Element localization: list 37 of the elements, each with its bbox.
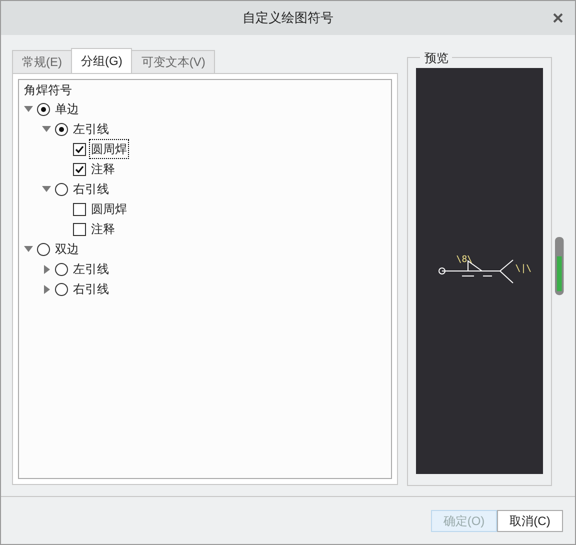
radio-button[interactable] xyxy=(37,102,50,116)
tree-item-label[interactable]: 左引线 xyxy=(72,120,110,138)
collapse-arrow-icon[interactable] xyxy=(24,245,33,253)
window-title: 自定义绘图符号 xyxy=(242,9,334,28)
collapse-arrow-icon[interactable] xyxy=(24,105,33,113)
weld-size-label: \8\ xyxy=(456,254,473,267)
tree-item-label[interactable]: 注释 xyxy=(90,160,116,178)
radio-button[interactable] xyxy=(55,122,68,136)
weld-size-label: \|\ xyxy=(515,263,532,276)
expand-arrow-icon[interactable] xyxy=(42,284,51,294)
preview-title: 预览 xyxy=(420,49,452,67)
checkbox[interactable] xyxy=(73,142,86,156)
radio-button[interactable] xyxy=(37,242,50,256)
collapse-arrow-icon[interactable] xyxy=(42,185,51,193)
radio-button[interactable] xyxy=(55,262,68,276)
tree-item-label[interactable]: 圆周焊 xyxy=(90,140,128,158)
checkbox[interactable] xyxy=(73,202,86,216)
tree-item-label[interactable]: 右引线 xyxy=(72,180,110,198)
close-icon[interactable] xyxy=(553,13,563,23)
tree-item-label[interactable]: 双边 xyxy=(54,240,80,258)
scrollbar-drawing xyxy=(555,236,564,296)
tab[interactable]: 分组(G) xyxy=(71,48,132,73)
tree-item-label[interactable]: 圆周焊 xyxy=(90,200,128,218)
dialog-button[interactable]: 取消(C) xyxy=(497,510,563,532)
radio-button[interactable] xyxy=(55,282,68,296)
expand-arrow-icon[interactable] xyxy=(42,264,51,274)
radio-button[interactable] xyxy=(55,182,68,196)
tab[interactable]: 常规(E) xyxy=(12,50,72,73)
tree-item-label[interactable]: 右引线 xyxy=(72,280,110,298)
tree-item-label[interactable]: 注释 xyxy=(90,220,116,238)
tab[interactable]: 可变文本(V) xyxy=(131,50,216,73)
tree-heading: 角焊符号 xyxy=(24,82,73,99)
tree-item-label[interactable]: 单边 xyxy=(54,100,80,118)
checkbox[interactable] xyxy=(73,162,86,176)
collapse-arrow-icon[interactable] xyxy=(42,125,51,133)
checkbox[interactable] xyxy=(73,222,86,236)
tree-item-label[interactable]: 左引线 xyxy=(72,260,110,278)
